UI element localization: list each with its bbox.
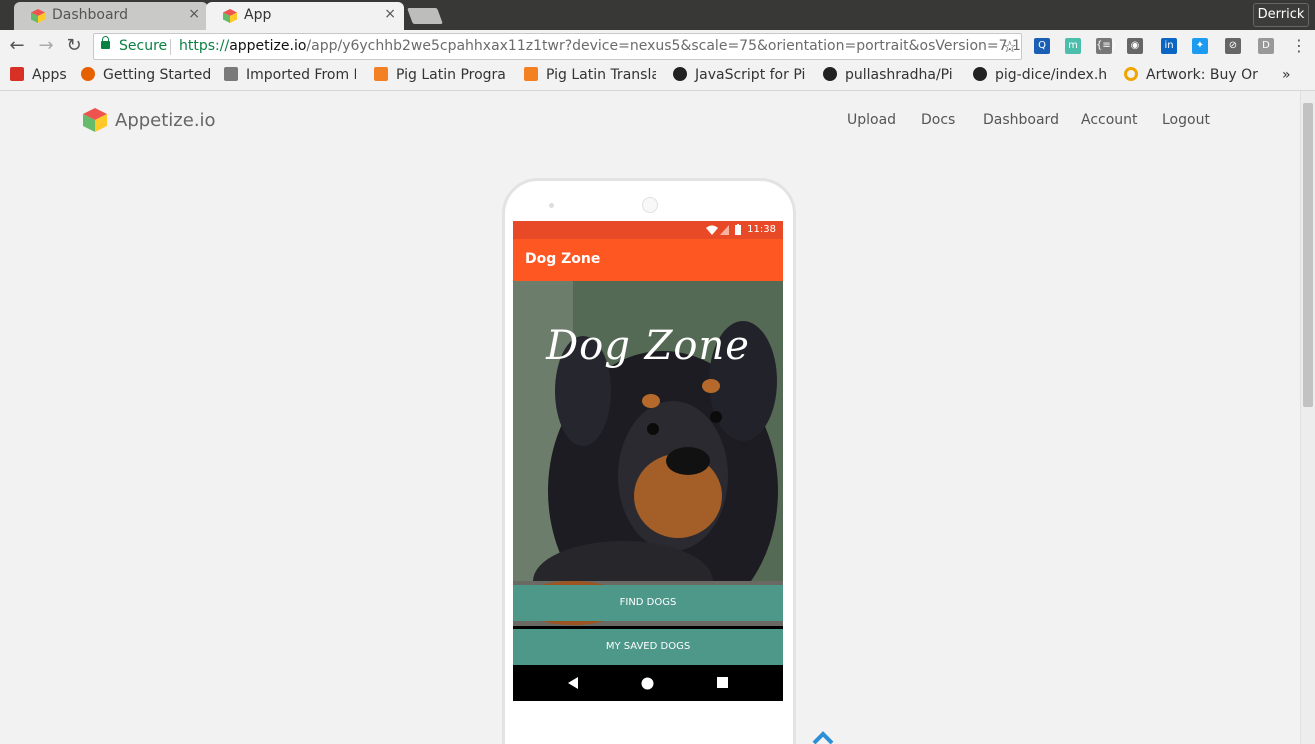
page-scrollbar[interactable] <box>1300 91 1315 744</box>
back-button[interactable]: ← <box>6 35 28 57</box>
status-time: 11:38 <box>747 224 776 235</box>
bookmark-item[interactable]: Pig Latin Transla <box>524 67 656 85</box>
bookmark-item[interactable]: pullashradha/Pi <box>823 67 957 85</box>
phone-speaker <box>642 197 658 213</box>
linkedin-icon[interactable]: in <box>1161 38 1177 54</box>
bookmark-item[interactable]: Apps <box>10 67 72 85</box>
phone-chin <box>513 701 783 721</box>
bookmark-label: Apps <box>32 67 67 83</box>
page-content: Appetize.io Upload Docs Dashboard Accoun… <box>0 91 1300 744</box>
firefox-icon <box>81 67 95 81</box>
bookmarks-bar: Apps Getting Started Imported From F Pig La… <box>0 63 1315 91</box>
android-nav-bar <box>513 665 783 701</box>
tab-strip: Dashboard × App × Derrick <box>0 0 1315 30</box>
profile-button[interactable]: Derrick <box>1253 3 1309 27</box>
bookmark-item[interactable]: Imported From F <box>224 67 356 85</box>
nav-docs[interactable]: Docs <box>921 112 955 128</box>
divider <box>170 39 171 55</box>
app-toolbar: Dog Zone <box>513 239 783 281</box>
bookmark-label: Pig Latin Progra <box>396 67 506 83</box>
bookmark-item[interactable]: Pig Latin Progra <box>374 67 506 85</box>
signal-icon <box>720 225 729 235</box>
menu-icon[interactable]: ⋮ <box>1291 38 1307 54</box>
bookmark-star-icon[interactable]: ☆ <box>1003 34 1017 59</box>
browser-toolbar: ← → ↻ Secure https://appetize.io/app/y6y… <box>0 30 1315 63</box>
app-title: Dog Zone <box>525 251 601 267</box>
tab-title: Dashboard <box>52 7 128 23</box>
bookmark-label: Artwork: Buy Or <box>1146 67 1258 83</box>
magnifier-extension-icon[interactable]: Q <box>1034 38 1050 54</box>
my-saved-dogs-button[interactable]: MY SAVED DOGS <box>513 629 783 665</box>
url-text: https://appetize.io/app/y6ychhb2we5cpahh… <box>179 34 1021 59</box>
no-eye-extension-icon[interactable]: ⊘ <box>1225 38 1241 54</box>
home-circle-icon[interactable] <box>641 677 654 690</box>
github-icon <box>673 67 687 81</box>
scrollbar-thumb[interactable] <box>1303 103 1313 407</box>
bookmark-item[interactable]: Getting Started <box>81 67 215 85</box>
close-tab-icon[interactable]: × <box>384 6 396 22</box>
bookmark-label: JavaScript for Pi <box>695 67 806 83</box>
new-tab-button[interactable] <box>407 8 443 24</box>
stackoverflow-icon <box>524 67 538 81</box>
bookmark-item[interactable]: Artwork: Buy Or <box>1124 67 1264 85</box>
github-icon <box>973 67 987 81</box>
appetize-logo-icon[interactable] <box>81 106 109 134</box>
close-tab-icon[interactable]: × <box>188 6 200 22</box>
bookmark-item[interactable]: JavaScript for Pi <box>673 67 811 85</box>
bookmarks-overflow-icon[interactable]: » <box>1282 67 1291 85</box>
folder-icon <box>224 67 238 81</box>
ring-icon <box>1124 67 1138 81</box>
bookmark-label: pig-dice/index.h <box>995 67 1108 83</box>
secure-label: Secure <box>119 38 168 54</box>
d-extension-icon[interactable]: D <box>1258 38 1274 54</box>
url-host: appetize.io <box>229 38 307 54</box>
phone-camera <box>549 203 554 208</box>
brand-name[interactable]: Appetize.io <box>115 110 216 131</box>
bookmark-label: Pig Latin Transla <box>546 67 656 83</box>
stackoverflow-icon <box>374 67 388 81</box>
appetize-favicon-icon <box>31 9 45 23</box>
tab-dashboard[interactable]: Dashboard × <box>14 2 208 30</box>
tab-title: App <box>244 7 272 23</box>
device-screen[interactable]: 11:38 Dog Zone Dog Zone FIND DOGS MY SAV… <box>513 221 783 701</box>
lock-icon <box>101 36 110 49</box>
bookmark-label: Getting Started <box>103 67 212 83</box>
address-bar[interactable]: Secure https://appetize.io/app/y6ychhb2w… <box>93 33 1022 60</box>
dog-hero-image: Dog Zone <box>513 281 783 626</box>
url-scheme: https:// <box>179 38 230 54</box>
url-path: /app/y6ychhb2we5cpahhxax11z1twr?device=n… <box>306 38 1021 54</box>
recents-square-icon[interactable] <box>717 677 728 688</box>
m-extension-icon[interactable]: m <box>1065 38 1081 54</box>
nav-logout[interactable]: Logout <box>1162 112 1210 128</box>
appetize-favicon-icon <box>223 9 237 23</box>
bookmark-label: Imported From F <box>246 67 356 83</box>
bookmark-label: pullashradha/Pi <box>845 67 953 83</box>
reload-button[interactable]: ↻ <box>63 35 85 57</box>
android-status-bar: 11:38 <box>513 221 783 239</box>
rotate-up-arrow-icon[interactable] <box>812 727 834 744</box>
eye-extension-icon[interactable]: ◉ <box>1127 38 1143 54</box>
bird-extension-icon[interactable]: ✦ <box>1192 38 1208 54</box>
find-dogs-button[interactable]: FIND DOGS <box>513 585 783 621</box>
nav-upload[interactable]: Upload <box>847 112 896 128</box>
nav-account[interactable]: Account <box>1081 112 1138 128</box>
nav-dashboard[interactable]: Dashboard <box>983 112 1059 128</box>
github-icon <box>823 67 837 81</box>
hero-title: Dog Zone <box>546 323 750 369</box>
tab-app[interactable]: App × <box>206 2 404 30</box>
back-triangle-icon[interactable] <box>567 677 579 689</box>
forward-button[interactable]: → <box>35 35 57 57</box>
wifi-icon <box>706 225 718 235</box>
json-extension-icon[interactable]: {≡} <box>1096 38 1117 54</box>
battery-icon <box>735 224 741 235</box>
bookmark-item[interactable]: pig-dice/index.h <box>973 67 1111 85</box>
apps-grid-icon <box>10 67 24 81</box>
